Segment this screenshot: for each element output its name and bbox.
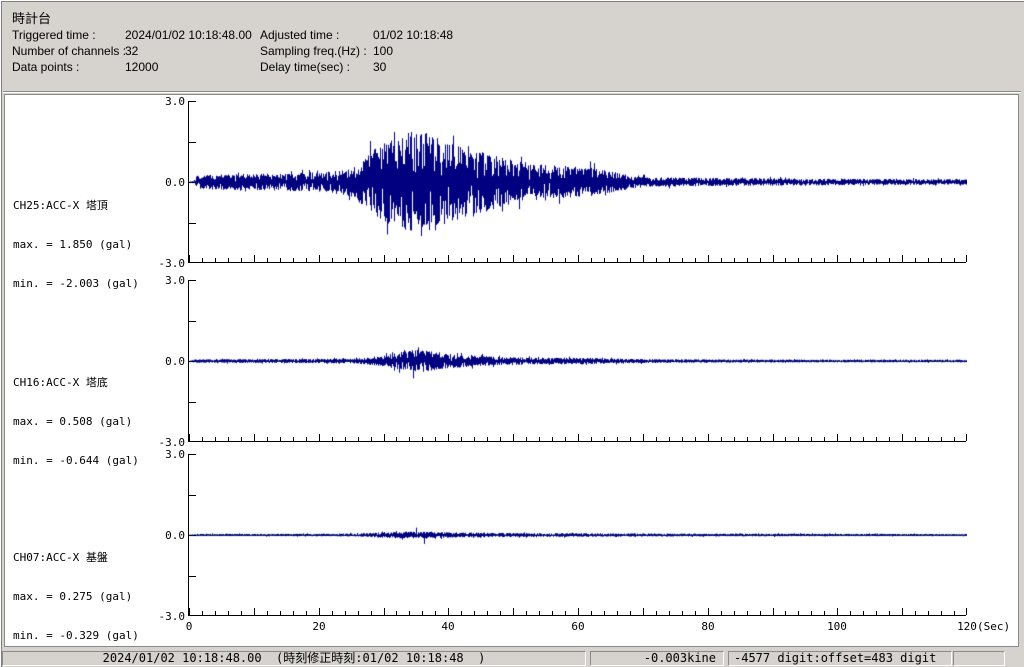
x-axis-label: 20	[312, 620, 326, 633]
page-title: 時計台	[12, 11, 52, 26]
header-divider	[3, 91, 1021, 92]
y-axis-label: 3.0	[165, 274, 185, 287]
y-axis-label: 0.0	[165, 529, 185, 542]
data-points-value: 12000	[125, 60, 159, 74]
channel-max-value: max. = 1.850 (gal)	[13, 238, 133, 251]
channel-max-value: max. = 0.508 (gal)	[13, 415, 133, 428]
x-axis-label: 0	[185, 620, 193, 633]
y-axis-label: 3.0	[165, 448, 185, 461]
x-axis-label: 60	[571, 620, 585, 633]
waveform-panel: CH25:ACC-X 塔頂 max. = 1.850 (gal) min. = …	[4, 94, 1019, 647]
delay-time-label: Delay time(sec) :	[260, 60, 354, 74]
adjusted-time-value: 01/02 10:18:48	[373, 28, 454, 42]
triggered-time-value: 2024/01/02 10:18:48.00	[125, 28, 252, 42]
waveform-chart-ch07: 3.0 0.0 -3.0 0 20 40 60 80 100 120 (Sec)	[159, 448, 1011, 633]
channel-label: CH16:ACC-X 塔底	[13, 376, 108, 389]
x-axis-label: 100	[827, 620, 847, 633]
x-axis-label: 40	[441, 620, 455, 633]
status-time: 2024/01/02 10:18:48.00 (時刻修正時刻:01/02 10:…	[2, 651, 586, 666]
num-channels-label: Number of channels :	[12, 44, 130, 58]
y-axis-label: 0.0	[165, 176, 185, 189]
channel-info-ch16: CH16:ACC-X 塔底 max. = 0.508 (gal) min. = …	[13, 350, 183, 493]
x-axis-unit-label: (Sec)	[977, 620, 1011, 633]
header-info-grid: Triggered time : 2024/01/02 10:18:48.00 …	[12, 27, 453, 75]
waveform-canvas	[189, 101, 967, 263]
triggered-time-label: Triggered time :	[12, 28, 96, 42]
channel-info-ch07: CH07:ACC-X 基盤 max. = 0.275 (gal) min. = …	[13, 525, 183, 667]
sampling-freq-value: 100	[373, 44, 394, 58]
status-spare	[953, 651, 1005, 666]
waveform-canvas	[189, 454, 967, 616]
y-axis-label: 3.0	[165, 95, 185, 108]
y-axis-label: 0.0	[165, 355, 185, 368]
channel-info-ch25: CH25:ACC-X 塔頂 max. = 1.850 (gal) min. = …	[13, 173, 183, 316]
adjusted-time-label: Adjusted time :	[260, 28, 340, 42]
data-points-label: Data points :	[12, 60, 80, 74]
channel-label: CH07:ACC-X 基盤	[13, 551, 108, 564]
delay-time-value: 30	[373, 60, 387, 74]
channel-label: CH25:ACC-X 塔頂	[13, 199, 108, 212]
waveform-chart-ch25: 3.0 0.0 -3.0	[159, 95, 967, 270]
waveform-canvas	[189, 280, 967, 442]
y-axis-label: -3.0	[158, 257, 186, 270]
sampling-freq-label: Sampling freq.(Hz) :	[260, 44, 371, 58]
num-channels-value: 32	[125, 44, 139, 58]
status-digit-offset: -4577 digit:offset=483 digit	[728, 651, 952, 666]
header-panel: 時計台 Triggered time : 2024/01/02 10:18:48…	[4, 4, 1018, 90]
status-kine: -0.003kine	[590, 651, 724, 666]
channel-max-value: max. = 0.275 (gal)	[13, 590, 133, 603]
waveform-chart-ch16: 3.0 0.0 -3.0	[159, 274, 967, 449]
status-bar: 2024/01/02 10:18:48.00 (時刻修正時刻:01/02 10:…	[2, 650, 1022, 667]
channel-min-value: min. = -0.329 (gal)	[13, 629, 139, 642]
x-axis-label: 80	[701, 620, 715, 633]
